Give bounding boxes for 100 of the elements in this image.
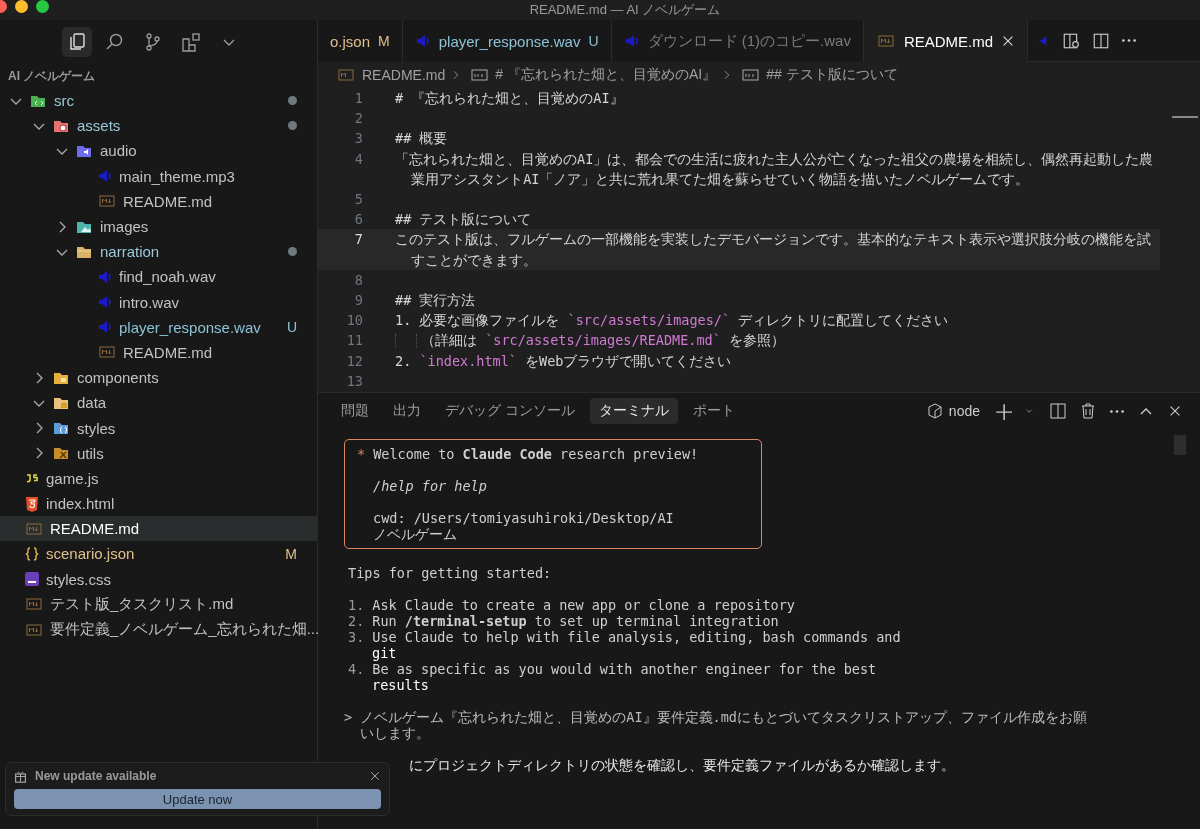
close-icon	[369, 770, 381, 782]
code-line: 2. `index.html` をWebブラウザで開いてください	[395, 351, 733, 371]
markdown-icon	[24, 596, 44, 613]
activity-bar-button[interactable]	[62, 27, 92, 57]
file-tree-item[interactable]: intro.wav	[0, 289, 317, 315]
window-title: README.md — AI ノベルゲーム	[529, 1, 721, 19]
code-line: 1. 必要な画像ファイルを `src/assets/images/` ディレクトリに配置してください	[395, 311, 950, 331]
file-tree-item[interactable]: narration	[0, 239, 317, 265]
file-tree-item[interactable]: utils	[0, 440, 317, 466]
line-number: 1	[353, 89, 363, 108]
source-control-icon	[143, 32, 163, 52]
file-tree-item[interactable]: main_theme.mp3	[0, 163, 317, 189]
panel-tab[interactable]: ターミナル	[589, 398, 678, 424]
git-status: M	[285, 545, 297, 562]
editor-tab[interactable]: ダウンロード (1)のコピー.wav	[611, 20, 864, 62]
terminal-text: Run /terminal-setup to set up terminal integration	[372, 613, 779, 629]
file-tree-item[interactable]: styles.css	[0, 566, 317, 592]
markdown-icon	[24, 621, 44, 638]
panel-tab[interactable]: 出力	[384, 398, 430, 424]
list-number: 2.	[348, 613, 365, 629]
line-number: 2	[353, 109, 363, 129]
folder-braces-icon	[51, 420, 71, 437]
file-tree-item[interactable]: find_noah.wav	[0, 264, 317, 290]
speaker-icon	[97, 319, 113, 336]
file-tree-item[interactable]: styles	[0, 415, 317, 441]
markdown-icon	[97, 344, 117, 361]
preview-icon	[1062, 31, 1081, 50]
terminal-text: Tips for getting started:	[348, 565, 552, 581]
terminal-text: results	[372, 677, 429, 693]
files-icon	[67, 32, 87, 52]
search-icon	[105, 32, 125, 52]
html-icon	[24, 495, 40, 512]
list-number: 3.	[348, 629, 365, 645]
terminal-text: Ask Claude to create a new app or clone a repository	[372, 597, 795, 613]
file-tree-item[interactable]: README.md	[0, 188, 317, 214]
code-line: 「忘れられた畑と、目覚めのAI」は、都会での生活に疲れた主人公が亡くなった祖父の農場を相続し、偶然再起動した農業用アシスタントAI「ノア」と共に荒れ果てた畑を蘇らせていく物語を描いたノベルゲームです。	[395, 149, 1155, 189]
update-button[interactable]: Update now	[14, 789, 381, 809]
terminal-text: にプロジェクトディレクトリの状態を確認し、要件定義ファイルがあるか確認します。	[409, 757, 955, 773]
line-number: 7	[353, 230, 363, 250]
panel-tab[interactable]: 問題	[332, 398, 378, 424]
notification-title: New update available	[35, 769, 157, 783]
file-tree-item[interactable]: data	[0, 390, 317, 416]
file-tree-item[interactable]: README.md	[0, 339, 317, 366]
terminal-text: Be as specific as you would with another engineer for the best	[372, 661, 877, 677]
code-line: ## テスト版について	[395, 210, 533, 230]
more-icon	[1122, 39, 1137, 42]
code-line: ## 概要	[395, 129, 449, 149]
terminal-text: git	[372, 645, 397, 661]
minimize-window-button[interactable]	[15, 0, 28, 13]
speaker-icon	[97, 168, 113, 185]
file-tree-item[interactable]: 要件定義_ノベルゲーム_忘れられた畑...	[0, 616, 317, 643]
file-tree-item[interactable]: テスト版_タスクリスト.md	[0, 591, 317, 617]
breadcrumb-item[interactable]: README.md	[362, 67, 446, 83]
line-number: 9	[353, 291, 363, 311]
markdown-icon	[875, 33, 896, 49]
line-number: 10	[345, 311, 363, 331]
split-editor-icon	[1092, 31, 1111, 50]
file-tree-item[interactable]: game.js	[0, 465, 317, 491]
file-tree-item[interactable]: audio	[0, 138, 317, 164]
line-number: 11	[345, 331, 363, 351]
file-tree-item[interactable]: scenario.json M	[0, 541, 317, 567]
line-number: 3	[353, 129, 363, 149]
file-tree-item[interactable]: src	[0, 88, 317, 114]
code-line: ## 実行方法	[395, 291, 477, 311]
panel-tab[interactable]: ポート	[683, 398, 744, 424]
minimap-marker	[1172, 116, 1198, 118]
file-tree-item[interactable]: assets	[0, 113, 317, 139]
editor-tab[interactable]: o.json M	[318, 20, 403, 62]
terminal-shell-name[interactable]: node	[948, 403, 980, 419]
braces-icon	[24, 545, 40, 562]
git-status: U	[588, 33, 599, 49]
git-status: M	[378, 33, 390, 49]
more-icon	[1110, 409, 1124, 413]
list-number: 1.	[348, 597, 365, 613]
editor-tab[interactable]: player_response.wav U	[402, 20, 612, 62]
extensions-icon	[181, 32, 201, 52]
editor-tab[interactable]: README.md	[863, 20, 1029, 62]
panel-tab[interactable]: デバッグ コンソール	[436, 398, 584, 424]
speaker-icon	[414, 33, 431, 49]
maximize-window-button[interactable]	[36, 0, 49, 13]
help-text: /help for help	[373, 478, 487, 494]
terminal-text: Use Claude to help with file analysis, editing, bash commands and	[372, 629, 901, 645]
markdown-icon	[24, 520, 44, 537]
list-number: 4.	[348, 661, 365, 677]
code-line: （詳細は `src/assets/images/README.md` を参照）	[395, 330, 1160, 351]
gift-icon	[14, 769, 27, 783]
breadcrumb-item[interactable]: ## テスト版について	[766, 66, 898, 84]
file-tree-item[interactable]: images	[0, 213, 317, 240]
close-icon	[1168, 404, 1182, 418]
breadcrumb-item[interactable]: # 『忘れられた畑と、目覚めのAI』	[495, 66, 717, 84]
file-tree-item[interactable]: README.md	[0, 516, 317, 542]
markdown-icon	[336, 67, 356, 83]
welcome-text: Welcome to Claude Code research preview!	[373, 446, 699, 462]
file-tree-item[interactable]: player_response.wav U	[0, 314, 317, 340]
plus-icon	[994, 402, 1012, 420]
file-tree-item[interactable]: components	[0, 365, 317, 391]
speaker-icon	[97, 268, 113, 285]
file-tree-item[interactable]: index.html	[0, 491, 317, 517]
split-terminal-icon	[1050, 403, 1066, 419]
speaker-icon	[623, 33, 640, 49]
